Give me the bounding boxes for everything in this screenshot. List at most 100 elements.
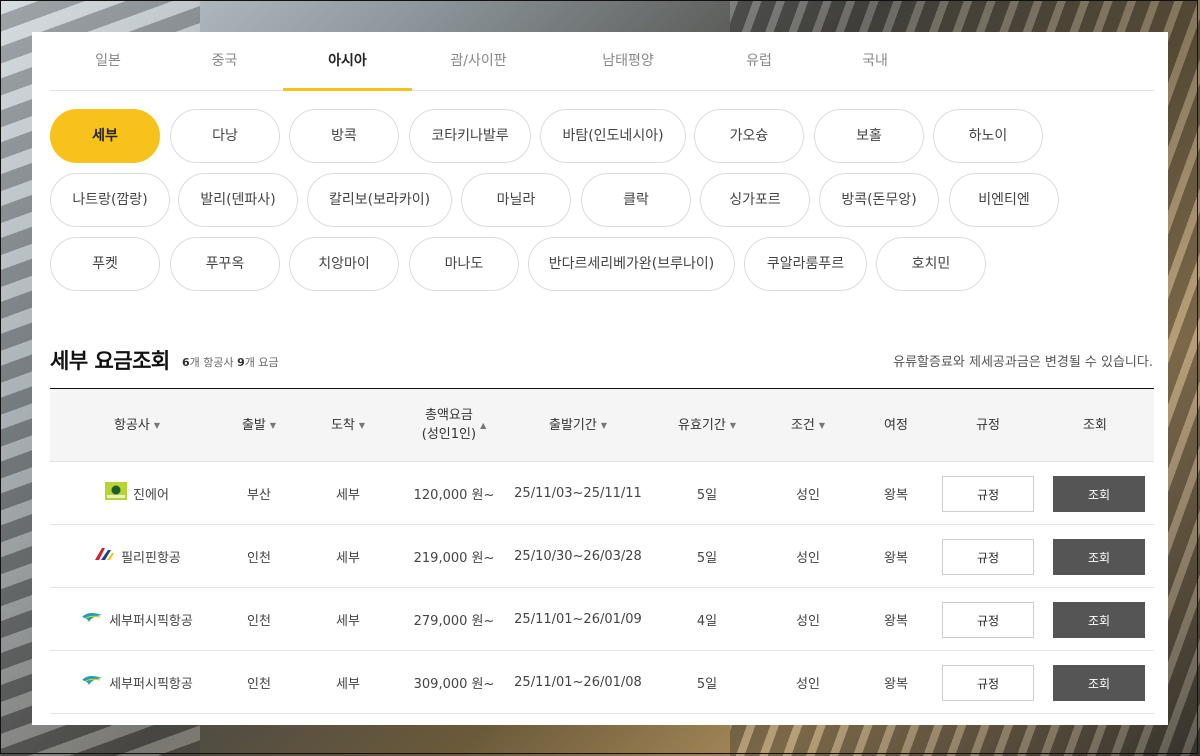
tab-south-pacific[interactable]: 남태평양 (545, 32, 711, 90)
city-pill[interactable]: 방콕 (289, 109, 399, 163)
header-fare-line2: (성인1인) (421, 427, 477, 442)
fare-cell: 279,000 원~ (413, 613, 495, 629)
city-pill[interactable]: 반다르세리베가완(브루나이) (528, 237, 735, 291)
city-pill[interactable]: 코타키나발루 (409, 109, 531, 163)
view-fare-button[interactable]: 조회 (1053, 602, 1145, 638)
airline-cell: 세부퍼시픽항공 (50, 651, 224, 713)
cebu-pacific-logo-icon (81, 611, 103, 627)
airline-cell: 필리핀항공 (50, 525, 224, 587)
rules-button[interactable]: 규정 (942, 476, 1034, 512)
header-validity-label: 유효기간 (678, 417, 726, 433)
city-pill[interactable]: 세부 (50, 109, 160, 163)
fare-change-notice: 유류할증료와 제세공과금은 변경될 수 있습니다. (893, 355, 1153, 370)
city-pill[interactable]: 비엔티엔 (949, 173, 1059, 227)
fare-cell: 219,000 원~ (413, 550, 495, 566)
city-pill[interactable]: 쿠알라룸푸르 (744, 237, 867, 291)
condition-cell: 성인 (796, 550, 820, 566)
tab-china[interactable]: 중국 (166, 32, 283, 90)
city-pill[interactable]: 하노이 (933, 109, 1043, 163)
fare-search-panel: 일본 중국 아시아 괌/사이판 남태평양 유럽 국내 세부 다낭 방콕 코타키나… (32, 32, 1168, 725)
airline-cell: 세부퍼시픽항공 (50, 588, 224, 650)
tab-europe[interactable]: 유럽 (711, 32, 807, 90)
header-departure-label: 출발 (241, 417, 266, 433)
jinair-logo-icon (105, 482, 128, 504)
period-cell: 25/11/03~25/11/11 (514, 485, 642, 501)
trip-cell: 왕복 (884, 676, 908, 692)
header-view: 조회 (1083, 417, 1107, 433)
sort-down-icon: ▼ (358, 420, 366, 430)
airline-name: 세부퍼시픽항공 (109, 613, 193, 629)
arrival-cell: 세부 (336, 676, 360, 692)
header-rules: 규정 (976, 417, 1000, 433)
departure-cell: 인천 (247, 550, 271, 566)
city-pill[interactable]: 바탐(인도네시아) (540, 109, 686, 163)
city-pill[interactable]: 마나도 (409, 237, 519, 291)
header-departure-period[interactable]: 출발기간 ▼ (506, 389, 650, 461)
city-pill[interactable]: 칼리보(보라카이) (307, 173, 452, 227)
view-fare-button[interactable]: 조회 (1053, 665, 1145, 701)
departure-cell: 인천 (247, 613, 271, 629)
header-trip: 여정 (884, 417, 908, 433)
header-departure[interactable]: 출발 ▼ (224, 389, 294, 461)
period-cell: 25/11/01~26/01/09 (514, 611, 642, 627)
rules-button[interactable]: 규정 (942, 665, 1034, 701)
tab-asia[interactable]: 아시아 (283, 32, 412, 91)
table-row: 진에어 부산 세부 120,000 원~ 25/11/03~25/11/11 5… (50, 462, 1154, 525)
validity-cell: 5일 (696, 676, 718, 692)
validity-cell: 4일 (696, 613, 718, 629)
header-period-label: 출발기간 (549, 417, 597, 433)
philippine-airlines-logo-icon (93, 547, 115, 565)
header-condition[interactable]: 조건 ▼ (764, 389, 852, 461)
city-pill[interactable]: 방콕(돈무앙) (819, 173, 939, 227)
rules-button[interactable]: 규정 (942, 602, 1034, 638)
trip-cell: 왕복 (884, 613, 908, 629)
cebu-pacific-logo-icon (81, 674, 103, 690)
header-airline-label: 항공사 (113, 417, 150, 433)
city-pill[interactable]: 싱가포르 (700, 173, 810, 227)
sort-down-icon: ▼ (153, 420, 161, 430)
sort-down-icon: ▼ (818, 420, 826, 430)
rules-button[interactable]: 규정 (942, 539, 1034, 575)
view-fare-button[interactable]: 조회 (1053, 476, 1145, 512)
city-pill[interactable]: 가오슝 (694, 109, 804, 163)
trip-cell: 왕복 (884, 487, 908, 503)
header-fare-line1: 총액요금 (424, 408, 473, 423)
city-pill[interactable]: 호치민 (876, 237, 986, 291)
airline-cell: 진에어 (50, 462, 224, 524)
validity-cell: 5일 (696, 550, 718, 566)
period-cell: 25/11/01~26/01/08 (514, 674, 642, 690)
header-total-fare[interactable]: 총액요금 (성인1인) ▲ (402, 389, 506, 461)
city-pill[interactable]: 나트랑(깜랑) (50, 173, 170, 227)
city-pill[interactable]: 클락 (581, 173, 691, 227)
tab-japan[interactable]: 일본 (50, 32, 166, 90)
city-pill[interactable]: 푸켓 (50, 237, 160, 291)
tab-domestic[interactable]: 국내 (807, 32, 943, 90)
period-cell: 25/10/30~26/03/28 (514, 548, 642, 564)
fare-cell: 120,000 원~ (413, 487, 495, 503)
airline-name: 필리핀항공 (121, 550, 181, 566)
results-count: 6개 항공사 9개 요금 (182, 354, 279, 370)
airline-name: 진에어 (133, 487, 169, 503)
sort-down-icon: ▼ (729, 420, 736, 430)
city-pill[interactable]: 푸꾸옥 (170, 237, 280, 291)
view-fare-button[interactable]: 조회 (1053, 539, 1145, 575)
header-airline[interactable]: 항공사 ▼ (50, 389, 224, 461)
fare-count-unit: 개 요금 (244, 356, 279, 369)
departure-cell: 인천 (247, 676, 271, 692)
city-pill[interactable]: 마닐라 (461, 173, 571, 227)
validity-cell: 5일 (696, 487, 718, 503)
condition-cell: 성인 (796, 613, 820, 629)
sort-down-icon: ▼ (600, 420, 607, 430)
city-pill[interactable]: 다낭 (170, 109, 280, 163)
header-arrival[interactable]: 도착 ▼ (294, 389, 402, 461)
table-row: 세부퍼시픽항공 인천 세부 279,000 원~ 25/11/01~26/01/… (50, 588, 1154, 651)
tab-guam-saipan[interactable]: 괌/사이판 (412, 32, 545, 90)
city-pill[interactable]: 치앙마이 (289, 237, 399, 291)
airline-name: 세부퍼시픽항공 (109, 676, 193, 692)
header-arrival-label: 도착 (330, 417, 355, 433)
departure-cell: 부산 (247, 487, 271, 503)
table-header: 항공사 ▼ 출발 ▼ 도착 ▼ 총액요금 (성인1인) ▲ 출발기간 ▼ 유효기간 ▼ 조건… (50, 389, 1154, 462)
city-pill[interactable]: 발리(덴파사) (178, 173, 298, 227)
header-validity[interactable]: 유효기간 ▼ (650, 389, 764, 461)
city-pill[interactable]: 보홀 (814, 109, 924, 163)
